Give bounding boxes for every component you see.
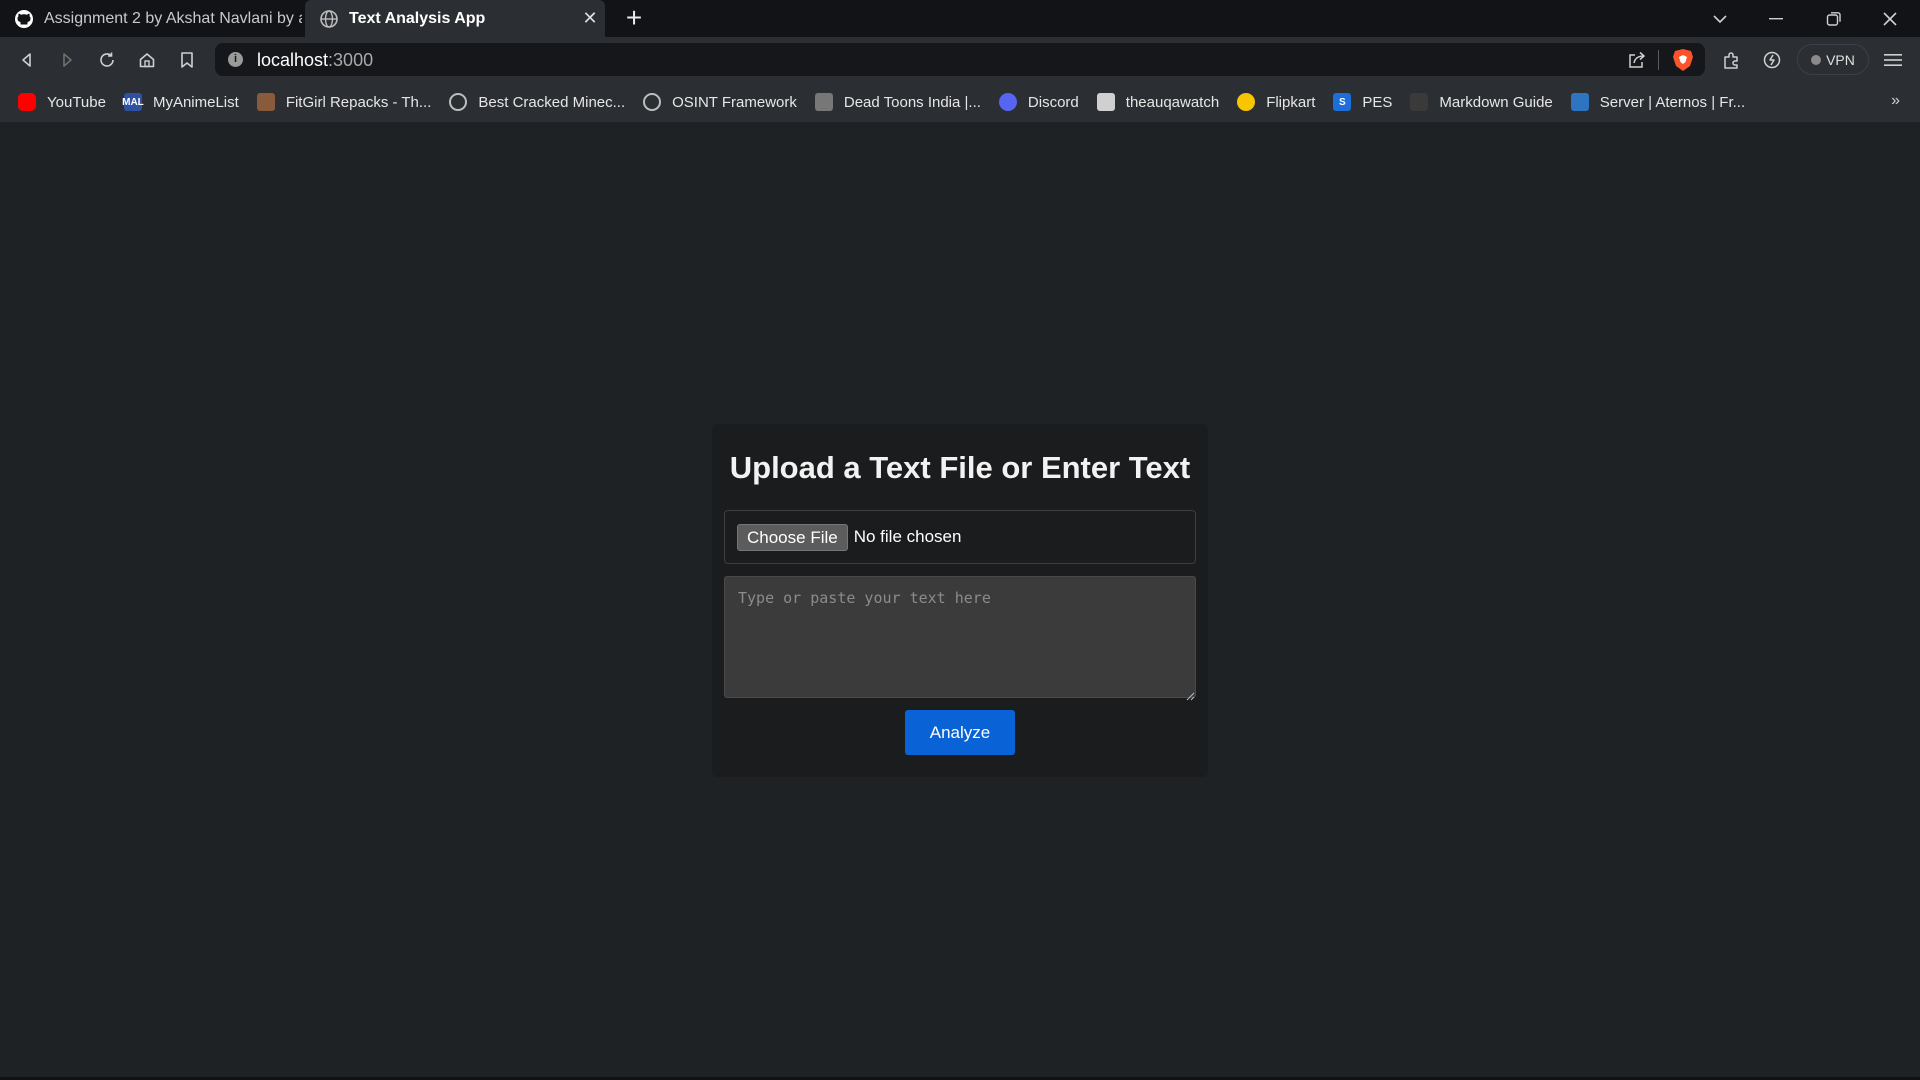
brave-shields-icon[interactable] <box>1672 48 1694 72</box>
bookmark-label: Dead Toons India |... <box>843 93 981 111</box>
restore-icon[interactable] <box>1806 0 1862 37</box>
bookmark-label: OSINT Framework <box>672 93 797 111</box>
minimize-icon[interactable] <box>1748 0 1804 37</box>
reload-icon[interactable] <box>95 48 119 72</box>
theauqawatch-icon <box>1096 93 1115 111</box>
bookmark-item[interactable]: MAL MyAnimeList <box>122 93 239 111</box>
tab-assignment[interactable]: Assignment 2 by Akshat Navlani by ak <box>0 0 302 37</box>
file-input[interactable]: Choose File No file chosen <box>724 510 1196 564</box>
divider <box>1658 50 1659 70</box>
tab-strip: Assignment 2 by Akshat Navlani by ak Tex… <box>0 0 1920 37</box>
flipkart-icon <box>1237 93 1256 111</box>
choose-file-button[interactable]: Choose File <box>737 523 848 551</box>
fitgirl-icon <box>256 93 275 111</box>
bookmark-item[interactable]: OSINT Framework <box>643 93 797 111</box>
bookmark-label: Best Cracked Minec... <box>478 93 626 111</box>
bookmark-label: YouTube <box>47 93 106 111</box>
bookmark-label: Server | Aternos | Fr... <box>1599 93 1746 111</box>
menu-icon[interactable] <box>1881 48 1905 72</box>
bookmarks-overflow-icon[interactable]: » <box>1891 92 1900 110</box>
bookmark-item[interactable]: Dead Toons India |... <box>814 93 981 111</box>
globe-icon <box>319 9 339 29</box>
close-tab-icon[interactable]: ✕ <box>575 8 605 29</box>
bookmark-item[interactable]: theauqawatch <box>1096 93 1220 111</box>
myanimelist-icon: MAL <box>122 93 144 111</box>
discord-icon <box>998 93 1017 111</box>
tab-search-chevron-icon[interactable] <box>1692 0 1748 37</box>
tab-title: Text Analysis App <box>349 9 486 27</box>
tab-text-analysis-app[interactable]: Text Analysis App ✕ <box>305 0 605 37</box>
text-input[interactable] <box>724 576 1196 698</box>
page-heading: Upload a Text File or Enter Text <box>729 450 1191 485</box>
pes-icon: S <box>1333 93 1352 111</box>
upload-card: Upload a Text File or Enter Text Choose … <box>712 424 1208 777</box>
window-close-icon[interactable] <box>1862 0 1918 37</box>
page-content: Upload a Text File or Enter Text Choose … <box>0 122 1920 1077</box>
site-info-icon[interactable]: i <box>228 52 243 67</box>
globe-icon <box>449 93 468 111</box>
bookmark-label: Flipkart <box>1266 93 1316 111</box>
resize-handle-icon[interactable] <box>1186 688 1195 701</box>
github-icon <box>14 9 34 29</box>
aternos-icon <box>1570 93 1589 111</box>
bookmark-label: theauqawatch <box>1125 93 1220 111</box>
home-icon[interactable] <box>135 48 159 72</box>
vpn-status-icon <box>1811 54 1822 65</box>
bookmark-label: PES <box>1362 93 1393 111</box>
back-icon[interactable] <box>15 48 39 72</box>
globe-icon <box>643 93 662 111</box>
browser-toolbar: i localhost:3000 VPN <box>0 37 1920 82</box>
bookmark-label: FitGirl Repacks - Th... <box>285 93 432 111</box>
bookmark-item[interactable]: Best Cracked Minec... <box>449 93 625 111</box>
bookmark-item[interactable]: YouTube <box>18 93 106 111</box>
bookmark-label: MyAnimeList <box>152 93 239 111</box>
bookmark-icon[interactable] <box>175 48 199 72</box>
analyze-button[interactable]: Analyze <box>905 710 1015 755</box>
bookmark-item[interactable]: Discord <box>998 93 1079 111</box>
address-bar[interactable]: i localhost:3000 <box>215 43 1705 76</box>
vpn-label: VPN <box>1826 51 1855 68</box>
extensions-icon[interactable] <box>1719 48 1743 72</box>
deadtoons-icon <box>814 93 833 111</box>
bookmark-item[interactable]: S PES <box>1333 93 1392 111</box>
bookmarks-bar: YouTube MAL MyAnimeList FitGirl Repacks - T… <box>0 82 1920 122</box>
forward-icon[interactable] <box>55 48 79 72</box>
bookmark-item[interactable]: Flipkart <box>1237 93 1315 111</box>
new-tab-button[interactable]: + <box>620 4 648 32</box>
tab-title: Assignment 2 by Akshat Navlani by ak <box>44 9 302 27</box>
url-text: localhost:3000 <box>257 50 374 70</box>
vpn-button[interactable]: VPN <box>1797 44 1869 75</box>
markdown-icon <box>1410 93 1429 111</box>
bookmark-item[interactable]: FitGirl Repacks - Th... <box>256 93 432 111</box>
bookmark-label: Markdown Guide <box>1439 93 1553 111</box>
bookmark-item[interactable]: Server | Aternos | Fr... <box>1570 93 1746 111</box>
youtube-icon <box>18 93 36 111</box>
share-icon[interactable] <box>1627 50 1647 70</box>
file-status: No file chosen <box>853 527 962 546</box>
bookmark-label: Discord <box>1027 93 1079 111</box>
bookmark-item[interactable]: Markdown Guide <box>1410 93 1553 111</box>
wallet-icon[interactable] <box>1760 48 1784 72</box>
